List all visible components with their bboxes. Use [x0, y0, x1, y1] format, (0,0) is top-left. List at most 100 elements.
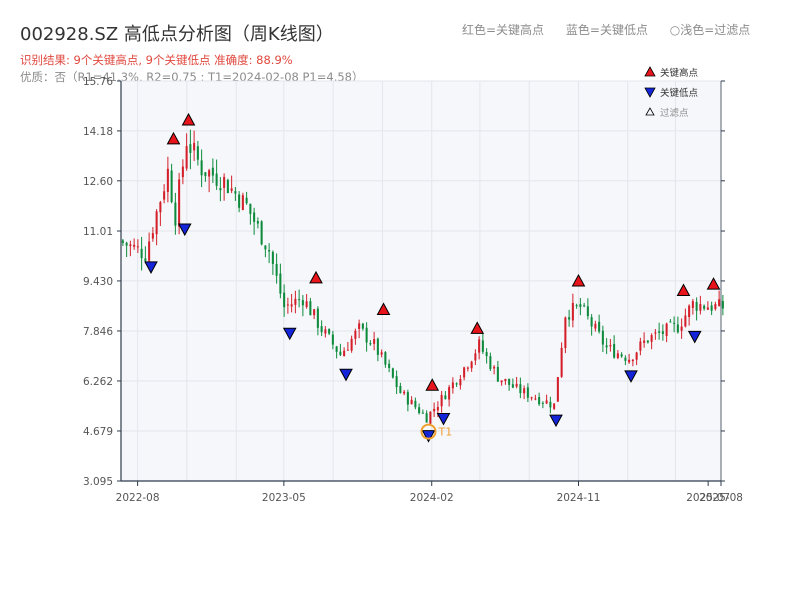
candle-body — [665, 323, 668, 337]
candle — [260, 220, 263, 246]
candle-body — [136, 246, 139, 248]
candle-body — [249, 203, 252, 214]
candle — [226, 178, 229, 194]
candle-body — [684, 315, 687, 327]
candle-body — [185, 146, 188, 169]
candle-body — [268, 250, 271, 252]
candle — [241, 192, 244, 211]
y-tick-label: 4.679 — [83, 426, 113, 438]
candle-body — [369, 343, 372, 345]
candle-body — [391, 368, 394, 378]
candle-body — [219, 188, 222, 191]
candle-body — [721, 301, 724, 309]
candle-body — [148, 241, 151, 261]
candle — [556, 376, 559, 402]
candle-body — [440, 394, 443, 407]
candle-body — [594, 323, 597, 329]
candle-body — [358, 323, 361, 329]
candle-body — [661, 331, 664, 334]
candle-body — [279, 273, 282, 294]
candle-body — [695, 302, 698, 311]
y-tick-label: 15.76 — [83, 76, 113, 88]
candle-body — [211, 167, 214, 176]
candle-body — [448, 387, 451, 400]
candle-body — [470, 361, 473, 369]
candle-body — [395, 376, 398, 388]
candle-body — [699, 303, 702, 311]
candle-body — [691, 301, 694, 308]
candle-body — [133, 244, 136, 247]
candle-body — [223, 176, 226, 188]
y-tick-label: 9.430 — [83, 276, 113, 288]
candle-body — [511, 384, 514, 388]
candle-body — [545, 400, 548, 404]
candle-body — [639, 341, 642, 351]
candle-body — [155, 211, 158, 235]
candle-body — [208, 170, 211, 177]
y-tick-label: 12.60 — [83, 176, 113, 188]
candle-body — [399, 385, 402, 393]
candle-body — [256, 221, 259, 224]
candle-body — [658, 331, 661, 333]
candle-body — [718, 299, 721, 306]
candle-body — [714, 304, 717, 310]
y-tick-label: 11.01 — [83, 226, 113, 238]
candle-body — [178, 179, 181, 227]
candle-body — [631, 359, 634, 362]
candle — [564, 316, 567, 354]
candle-body — [140, 248, 143, 259]
candle-body — [388, 363, 391, 368]
x-tick-label: 2024-11 — [557, 492, 601, 504]
y-tick-label: 3.095 — [83, 476, 113, 488]
candle-body — [418, 407, 421, 414]
candle-body — [361, 323, 364, 329]
candle-body — [241, 195, 244, 211]
candle-body — [523, 388, 526, 394]
candle-body — [635, 352, 638, 360]
candle-body — [433, 408, 436, 412]
candle-body — [534, 398, 537, 400]
candle-body — [196, 146, 199, 160]
candle-body — [339, 351, 342, 356]
candle-body — [553, 403, 556, 409]
y-tick-label: 7.846 — [83, 326, 113, 338]
candle-body — [204, 172, 207, 177]
candle-body — [628, 359, 631, 363]
candle-body — [313, 309, 316, 316]
candle-body — [669, 321, 672, 323]
candle-body — [429, 411, 432, 424]
candle-body — [673, 322, 676, 324]
candle-body — [496, 366, 499, 382]
candle-body — [583, 305, 586, 307]
legend-high-icon — [644, 66, 656, 77]
candle-body — [316, 308, 319, 328]
candle-body — [376, 338, 379, 355]
candle-body — [189, 144, 192, 153]
candle-body — [436, 407, 439, 411]
x-tick-label: 2023-05 — [262, 492, 306, 504]
candle-body — [286, 304, 289, 306]
candle-body — [328, 329, 331, 334]
candle-body — [144, 258, 147, 261]
candle-body — [309, 301, 312, 316]
candle-body — [305, 301, 308, 307]
candle-body — [526, 387, 529, 398]
candle-body — [406, 392, 409, 405]
candle-body — [215, 173, 218, 186]
candle-body — [238, 194, 241, 208]
candle-body — [200, 160, 203, 176]
candle-body — [706, 307, 709, 310]
candle-body — [271, 251, 274, 264]
candle-body — [354, 330, 357, 339]
candle-body — [444, 395, 447, 400]
candle-body — [680, 326, 683, 331]
candle-body — [590, 317, 593, 327]
candle-body — [159, 202, 162, 213]
candle-body — [451, 382, 454, 389]
candle-body — [463, 367, 466, 378]
candle-body — [646, 340, 649, 343]
candle-body — [350, 338, 353, 351]
x-tick-label: 2022-08 — [116, 492, 160, 504]
candle-body — [530, 397, 533, 399]
candle-body — [283, 292, 286, 308]
